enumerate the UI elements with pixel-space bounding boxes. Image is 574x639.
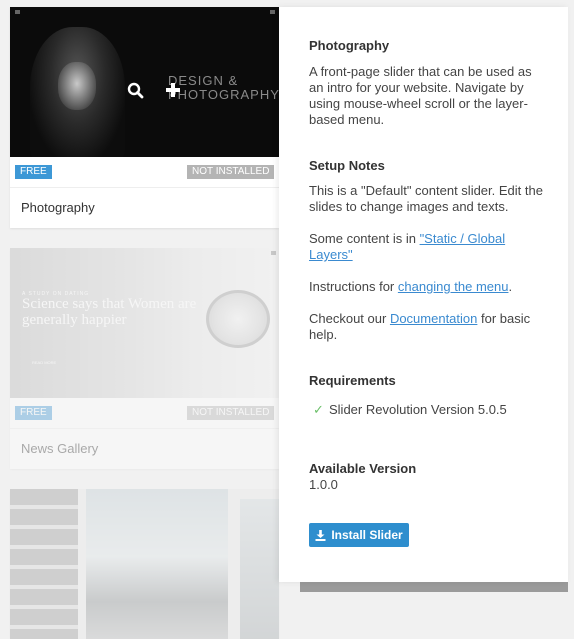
thumb-heading: DESIGN & PHOTOGRAPHY — [168, 74, 279, 102]
panel-title: Photography — [309, 38, 390, 53]
free-badge: FREE — [15, 406, 52, 420]
instructions-suffix: . — [508, 279, 513, 294]
slider-info-panel: Photography A front-page slider that can… — [279, 7, 568, 582]
slider-title: Photography — [21, 200, 95, 215]
changing-the-menu-link[interactable]: changing the menu — [398, 279, 509, 294]
free-badge: FREE — [15, 165, 52, 179]
thumb-heading-line2: PHOTOGRAPHY — [168, 87, 279, 102]
sunglasses-image — [206, 290, 270, 348]
requirement-item: ✓ Slider Revolution Version 5.0.5 — [309, 402, 507, 418]
slider-thumbnail[interactable]: DESIGN & PHOTOGRAPHY — [10, 7, 279, 157]
background-card-edge — [300, 582, 568, 592]
search-icon[interactable] — [124, 79, 146, 101]
available-version-heading: Available Version — [309, 461, 417, 476]
instructions-note: Instructions for changing the menu. — [309, 279, 544, 295]
thumbnail-strip-image — [10, 489, 78, 639]
thumb-corner-mark — [15, 10, 20, 14]
checkmark-icon: ✓ — [313, 402, 324, 417]
slider-card-news-gallery[interactable]: A STUDY ON DATING Science says that Wome… — [10, 248, 279, 469]
panel-description: A front-page slider that can be used as … — [309, 64, 532, 127]
slider-card-landscape[interactable] — [10, 489, 279, 639]
slider-thumbnail[interactable] — [10, 489, 279, 639]
documentation-link[interactable]: Documentation — [390, 311, 477, 326]
setup-notes-heading: Setup Notes — [309, 158, 385, 173]
install-slider-label: Install Slider — [331, 528, 403, 542]
plus-icon[interactable] — [162, 79, 184, 101]
thumb-corner-mark — [271, 251, 276, 255]
thumb-heading-line1: DESIGN & — [168, 73, 239, 88]
download-icon — [315, 529, 326, 541]
install-slider-button[interactable]: Install Slider — [309, 523, 409, 547]
install-status-badge: NOT INSTALLED — [187, 406, 275, 420]
badge-row: FREE NOT INSTALLED — [10, 157, 279, 188]
slider-card-photography[interactable]: DESIGN & PHOTOGRAPHY FREE NOT INSTALLED … — [10, 7, 279, 228]
requirement-label: Slider Revolution Version 5.0.5 — [329, 402, 507, 417]
thumb-heading: Science says that Women are generally ha… — [22, 296, 197, 328]
mountain-image-secondary — [240, 499, 279, 639]
badge-row: FREE NOT INSTALLED — [10, 398, 279, 429]
instructions-prefix: Instructions for — [309, 279, 398, 294]
thumb-read-more: READ MORE — [32, 360, 57, 365]
slider-title: News Gallery — [21, 441, 99, 456]
install-status-badge: NOT INSTALLED — [187, 165, 275, 179]
static-layers-prefix: Some content is in — [309, 231, 420, 246]
documentation-note: Checkout our Documentation for basic hel… — [309, 311, 544, 343]
setup-notes-text: This is a "Default" content slider. Edit… — [309, 183, 543, 214]
mountain-image — [86, 489, 228, 639]
hooded-figure-image — [30, 27, 125, 157]
available-version-value: 1.0.0 — [309, 477, 338, 492]
static-layers-note: Some content is in "Static / Global Laye… — [309, 231, 544, 263]
checkout-prefix: Checkout our — [309, 311, 390, 326]
slider-thumbnail[interactable]: A STUDY ON DATING Science says that Wome… — [10, 248, 279, 398]
requirements-heading: Requirements — [309, 373, 396, 388]
thumb-corner-mark — [270, 10, 275, 14]
